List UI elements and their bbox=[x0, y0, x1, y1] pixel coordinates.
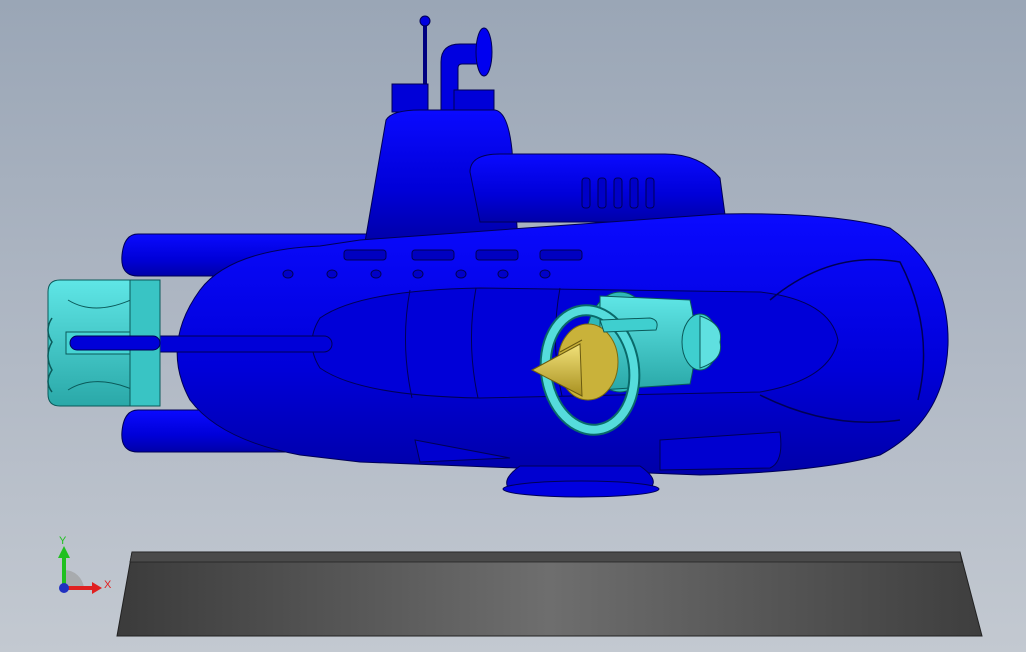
3d-viewport[interactable]: Y X bbox=[0, 0, 1026, 652]
keel-base bbox=[502, 480, 660, 498]
coordinate-triad: Y X bbox=[58, 535, 112, 594]
x-axis-label: X bbox=[104, 579, 112, 591]
mast-block-right bbox=[453, 89, 495, 113]
mast-block-left bbox=[391, 83, 429, 113]
display-stand[interactable] bbox=[116, 551, 983, 637]
z-axis-dot bbox=[59, 583, 69, 593]
submarine-model[interactable] bbox=[69, 15, 949, 498]
model-scene[interactable]: Y X bbox=[0, 0, 1026, 652]
y-axis-label: Y bbox=[59, 535, 67, 547]
rear-propeller-guard[interactable] bbox=[47, 279, 161, 407]
